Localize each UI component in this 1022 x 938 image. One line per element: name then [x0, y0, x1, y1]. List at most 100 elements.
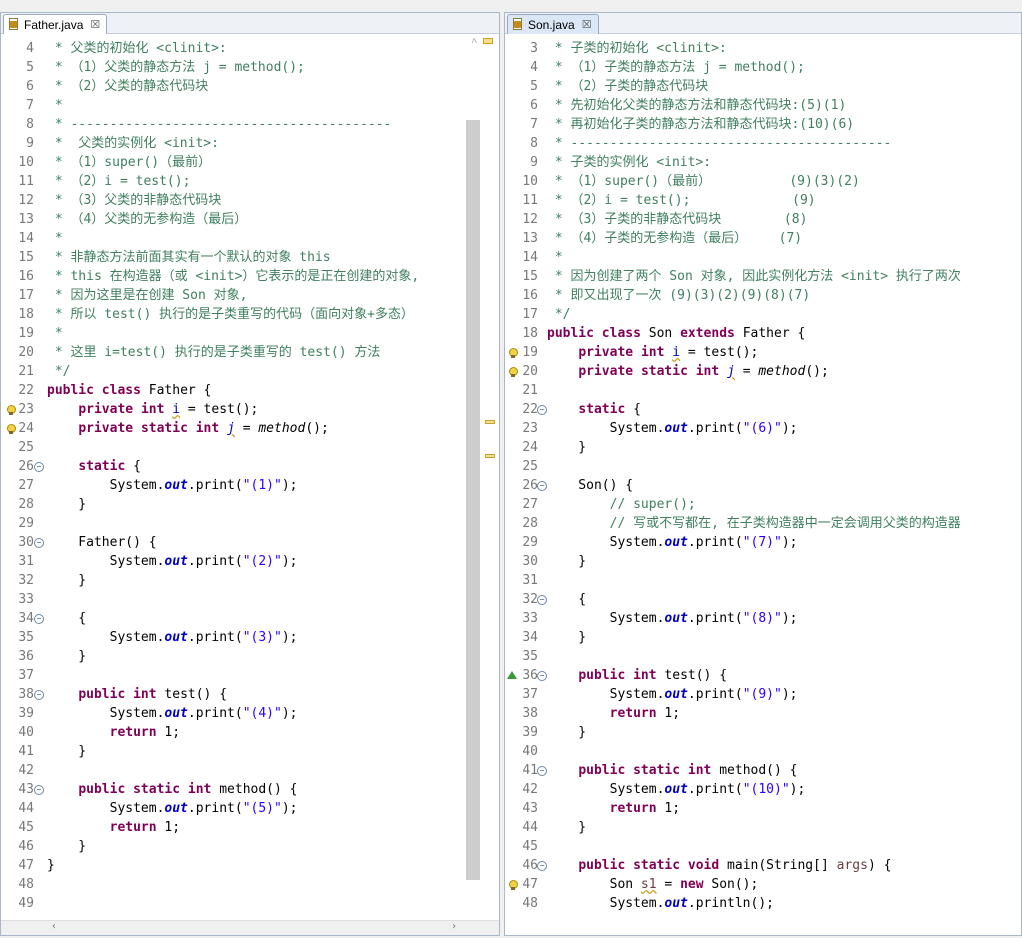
- fold-collapse-icon[interactable]: −: [34, 785, 44, 795]
- code-line[interactable]: 12 * （3）子类的非静态代码块 (8): [505, 210, 1021, 229]
- code-text[interactable]: System.out.print("(1)");: [47, 476, 298, 495]
- code-line[interactable]: 18 * 所以 test() 执行的是子类重写的代码（面向对象+多态）: [1, 305, 499, 324]
- code-text[interactable]: * --------------------------------------…: [47, 115, 392, 134]
- code-line[interactable]: 26− Son() {: [505, 476, 1021, 495]
- code-text[interactable]: System.out.print("(6)");: [547, 419, 798, 438]
- code-text[interactable]: * 即又出现了一次 (9)(3)(2)(9)(8)(7): [547, 286, 810, 305]
- code-text[interactable]: */: [47, 362, 71, 381]
- code-line[interactable]: 21: [505, 381, 1021, 400]
- code-line[interactable]: 25: [505, 457, 1021, 476]
- code-line[interactable]: 20 * 这里 i=test() 执行的是子类重写的 test() 方法: [1, 343, 499, 362]
- code-line[interactable]: 5 * （1）父类的静态方法 j = method();: [1, 58, 499, 77]
- code-line[interactable]: 36− public int test() {: [505, 666, 1021, 685]
- code-line[interactable]: 28 // 写或不写都在, 在子类构造器中一定会调用父类的构造器: [505, 514, 1021, 533]
- code-text[interactable]: * （4）子类的无参构造（最后） (7): [547, 229, 802, 248]
- code-line[interactable]: 41 }: [1, 742, 499, 761]
- code-text[interactable]: System.out.print("(10)");: [547, 780, 806, 799]
- code-text[interactable]: * 所以 test() 执行的是子类重写的代码（面向对象+多态）: [47, 305, 414, 324]
- overview-warning-marker[interactable]: [485, 420, 495, 424]
- code-text[interactable]: private static int j = method();: [547, 362, 829, 381]
- code-text[interactable]: System.out.print("(9)");: [547, 685, 798, 704]
- fold-collapse-icon[interactable]: −: [537, 481, 547, 491]
- code-text[interactable]: }: [547, 723, 586, 742]
- code-line[interactable]: 28 }: [1, 495, 499, 514]
- code-line[interactable]: 32− {: [505, 590, 1021, 609]
- code-line[interactable]: 6 * 先初始化父类的静态方法和静态代码块:(5)(1): [505, 96, 1021, 115]
- code-text[interactable]: private static int j = method();: [47, 419, 329, 438]
- code-line[interactable]: 38− public int test() {: [1, 685, 499, 704]
- code-line[interactable]: 11 * （2）i = test();: [1, 172, 499, 191]
- code-line[interactable]: 45: [505, 837, 1021, 856]
- left-horizontal-scrollbar[interactable]: ‹ ›: [1, 920, 499, 935]
- code-line[interactable]: 40 return 1;: [1, 723, 499, 742]
- fold-collapse-icon[interactable]: −: [537, 671, 547, 681]
- code-line[interactable]: 6 * （2）父类的静态代码块: [1, 77, 499, 96]
- code-line[interactable]: 49: [1, 894, 499, 913]
- code-line[interactable]: 37 System.out.print("(9)");: [505, 685, 1021, 704]
- code-line[interactable]: 5 * （2）子类的静态代码块: [505, 77, 1021, 96]
- code-text[interactable]: }: [547, 628, 586, 647]
- code-line[interactable]: 45 return 1;: [1, 818, 499, 837]
- scroll-up-icon[interactable]: ˄: [471, 36, 477, 47]
- code-text[interactable]: */: [547, 305, 571, 324]
- code-line[interactable]: 3 * 子类的初始化 <clinit>:: [505, 39, 1021, 58]
- warning-lightbulb-icon[interactable]: [5, 404, 16, 415]
- code-line[interactable]: 42 System.out.print("(10)");: [505, 780, 1021, 799]
- code-line[interactable]: 44 }: [505, 818, 1021, 837]
- code-line[interactable]: 42: [1, 761, 499, 780]
- code-line[interactable]: 21 */: [1, 362, 499, 381]
- code-text[interactable]: Son s1 = new Son();: [547, 875, 759, 894]
- code-line[interactable]: 27 // super();: [505, 495, 1021, 514]
- code-text[interactable]: public class Son extends Father {: [547, 324, 805, 343]
- code-line[interactable]: 43− public static int method() {: [1, 780, 499, 799]
- code-text[interactable]: return 1;: [47, 818, 180, 837]
- code-line[interactable]: 30 }: [505, 552, 1021, 571]
- code-line[interactable]: 23 System.out.print("(6)");: [505, 419, 1021, 438]
- code-text[interactable]: static {: [47, 457, 141, 476]
- code-text[interactable]: * 再初始化子类的静态方法和静态代码块:(10)(6): [547, 115, 854, 134]
- code-text[interactable]: public static void main(String[] args) {: [547, 856, 891, 875]
- code-line[interactable]: 43 return 1;: [505, 799, 1021, 818]
- fold-collapse-icon[interactable]: −: [34, 538, 44, 548]
- code-text[interactable]: }: [547, 818, 586, 837]
- scroll-right-icon[interactable]: ›: [451, 921, 457, 932]
- code-text[interactable]: return 1;: [47, 723, 180, 742]
- code-line[interactable]: 25: [1, 438, 499, 457]
- code-text[interactable]: * （1）子类的静态方法 j = method();: [547, 58, 805, 77]
- code-text[interactable]: public static int method() {: [547, 761, 797, 780]
- fold-collapse-icon[interactable]: −: [34, 462, 44, 472]
- code-line[interactable]: 14 *: [1, 229, 499, 248]
- code-text[interactable]: System.out.print("(2)");: [47, 552, 298, 571]
- code-text[interactable]: System.out.println();: [547, 894, 774, 913]
- code-line[interactable]: 9 * 子类的实例化 <init>:: [505, 153, 1021, 172]
- overview-warning-marker[interactable]: [483, 38, 493, 44]
- code-text[interactable]: * 父类的实例化 <init>:: [47, 134, 219, 153]
- warning-lightbulb-icon[interactable]: [507, 879, 518, 890]
- code-line[interactable]: 33 System.out.print("(8)");: [505, 609, 1021, 628]
- code-line[interactable]: 8 * ------------------------------------…: [505, 134, 1021, 153]
- code-line[interactable]: 22 public class Father {: [1, 381, 499, 400]
- override-triangle-icon[interactable]: [507, 671, 517, 679]
- code-line[interactable]: 48 System.out.println();: [505, 894, 1021, 913]
- code-text[interactable]: // super();: [547, 495, 696, 514]
- code-text[interactable]: System.out.print("(3)");: [47, 628, 298, 647]
- code-text[interactable]: * 这里 i=test() 执行的是子类重写的 test() 方法: [47, 343, 381, 362]
- code-text[interactable]: * 非静态方法前面其实有一个默认的对象 this: [47, 248, 331, 267]
- code-line[interactable]: 7 *: [1, 96, 499, 115]
- code-line[interactable]: 4 * （1）子类的静态方法 j = method();: [505, 58, 1021, 77]
- code-line[interactable]: 31 System.out.print("(2)");: [1, 552, 499, 571]
- code-line[interactable]: 16 * 即又出现了一次 (9)(3)(2)(9)(8)(7): [505, 286, 1021, 305]
- left-scroll-thumb[interactable]: [466, 120, 480, 880]
- overview-warning-marker[interactable]: [485, 454, 495, 458]
- code-text[interactable]: private int i = test();: [47, 400, 258, 419]
- code-line[interactable]: 18 public class Son extends Father {: [505, 324, 1021, 343]
- code-line[interactable]: 11 * （2）i = test(); (9): [505, 191, 1021, 210]
- code-line[interactable]: 17 * 因为这里是在创建 Son 对象,: [1, 286, 499, 305]
- code-line[interactable]: 22− static {: [505, 400, 1021, 419]
- code-line[interactable]: 48: [1, 875, 499, 894]
- left-vertical-scrollbar[interactable]: ˄ ˅: [466, 34, 499, 933]
- code-line[interactable]: 40: [505, 742, 1021, 761]
- code-line[interactable]: 35: [505, 647, 1021, 666]
- fold-collapse-icon[interactable]: −: [537, 405, 547, 415]
- code-text[interactable]: * （2）i = test();: [47, 172, 191, 191]
